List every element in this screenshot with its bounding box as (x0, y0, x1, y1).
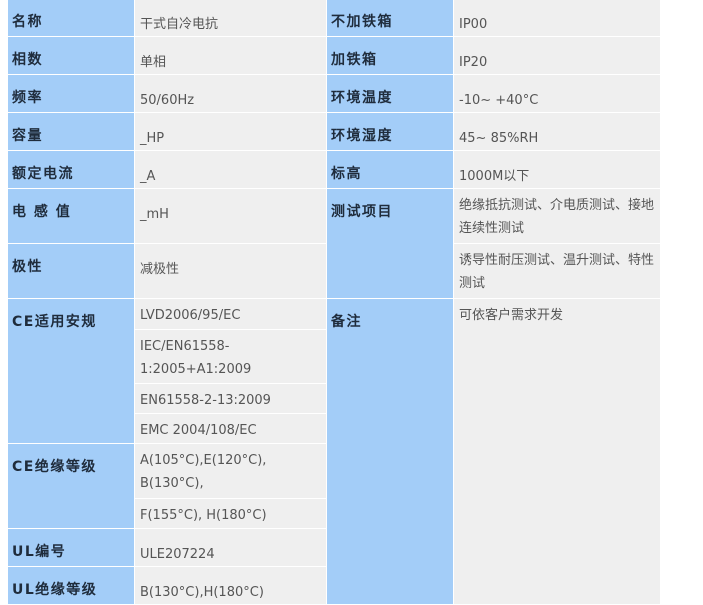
spec-value-inductance: _mH (134, 188, 327, 244)
spec-value-humidity: 45~ 85%RH (453, 112, 661, 151)
spec-label-ce-insulation: CE绝缘等级 (7, 443, 135, 529)
spec-value-ul-insulation: B(130°C),H(180°C) (134, 566, 327, 605)
spec-label-frequency: 频率 (7, 74, 135, 113)
table-row: 名称 干式自冷电抗 不加铁箱 IP00 (7, 0, 661, 37)
spec-value-frequency: 50/60Hz (134, 74, 327, 113)
spec-value-remark: 可依客户需求开发 (453, 298, 661, 605)
table-row: 频率 50/60Hz 环境温度 -10~ +40°C (7, 74, 661, 113)
spec-label-ce-safety: CE适用安规 (7, 298, 135, 444)
spec-value-ul-number: ULE207224 (134, 528, 327, 567)
spec-label-ul-insulation: UL绝缘等级 (7, 566, 135, 605)
spec-label-test-items: 测试项目 (326, 188, 454, 299)
spec-value-ce-safety-1: LVD2006/95/EC (134, 298, 327, 330)
spec-label-altitude: 标高 (326, 150, 454, 189)
spec-label-remark: 备注 (326, 298, 454, 605)
spec-label-rated-current: 额定电流 (7, 150, 135, 189)
table-row: CE适用安规 LVD2006/95/EC 备注 可依客户需求开发 (7, 298, 661, 605)
spec-label-with-case: 加铁箱 (326, 36, 454, 75)
spec-value-with-case: IP20 (453, 36, 661, 75)
spec-value-ce-insulation-2: F(155°C), H(180°C) (134, 498, 327, 529)
spec-value-altitude: 1000M以下 (453, 150, 661, 189)
spec-value-capacity: _HP (134, 112, 327, 151)
spec-table: 名称 干式自冷电抗 不加铁箱 IP00 相数 单相 加铁箱 IP20 频率 50… (7, 0, 661, 605)
spec-label-name: 名称 (7, 0, 135, 37)
spec-label-inductance: 电 感 值 (7, 188, 135, 244)
spec-value-name: 干式自冷电抗 (134, 0, 327, 37)
spec-label-ambient-temp: 环境温度 (326, 74, 454, 113)
spec-value-phase: 单相 (134, 36, 327, 75)
table-row: 相数 单相 加铁箱 IP20 (7, 36, 661, 75)
spec-value-ambient-temp: -10~ +40°C (453, 74, 661, 113)
spec-value-ce-safety-3: EN61558-2-13:2009 (134, 383, 327, 414)
spec-label-humidity: 环境湿度 (326, 112, 454, 151)
spec-value-rated-current: _A (134, 150, 327, 189)
spec-value-test-items-2: 诱导性耐压测试、温升测试、特性测试 (453, 243, 661, 299)
spec-value-test-items-1: 绝缘抵抗测试、介电质测试、接地连续性测试 (453, 188, 661, 244)
spec-label-polarity: 极性 (7, 243, 135, 299)
spec-value-ce-safety-4: EMC 2004/108/EC (134, 413, 327, 444)
table-row: 容量 _HP 环境湿度 45~ 85%RH (7, 112, 661, 151)
spec-value-ce-insulation-1: A(105°C),E(120°C), B(130°C), (134, 443, 327, 499)
table-row: 电 感 值 _mH 测试项目 绝缘抵抗测试、介电质测试、接地连续性测试 (7, 188, 661, 299)
spec-label-no-case: 不加铁箱 (326, 0, 454, 37)
spec-value-ce-safety-2: IEC/EN61558-1:2005+A1:2009 (134, 329, 327, 384)
spec-label-phase: 相数 (7, 36, 135, 75)
spec-value-no-case: IP00 (453, 0, 661, 37)
spec-value-polarity: 减极性 (134, 243, 327, 299)
table-row: 额定电流 _A 标高 1000M以下 (7, 150, 661, 189)
spec-label-ul-number: UL编号 (7, 528, 135, 567)
spec-label-capacity: 容量 (7, 112, 135, 151)
